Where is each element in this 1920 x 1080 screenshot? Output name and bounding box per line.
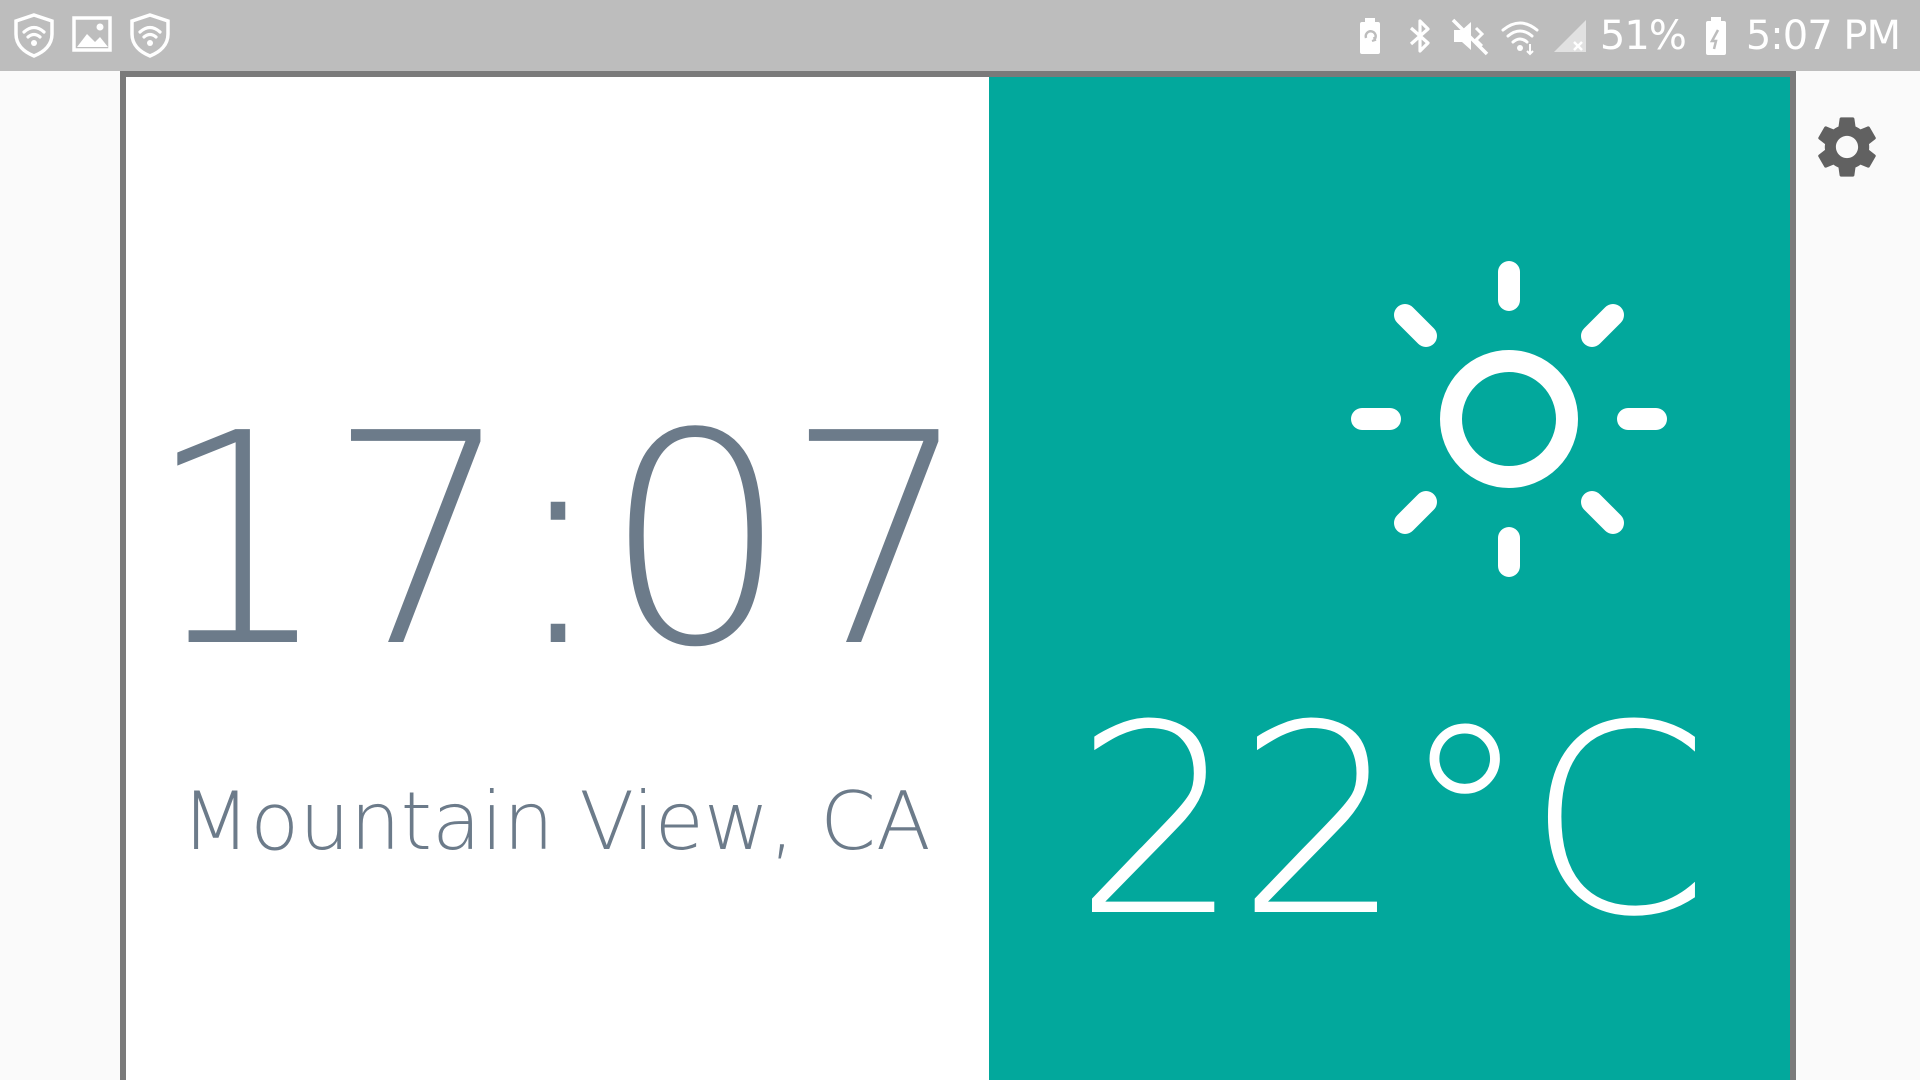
temperature: 22°C [1073,669,1709,974]
system-indicators: 51% 5:07 PM [1350,0,1901,71]
clock-location: Mountain View, CA [181,775,931,868]
shield-wifi-icon [128,12,172,58]
signal-icon [1550,14,1590,58]
clock-time: 17:07 [145,371,971,711]
weather-panel: 22°C [989,77,1790,1080]
status-bar: 51% 5:07 PM [0,0,1920,71]
sun-icon [1346,256,1672,582]
widget-preview: 17:07 Mountain View, CA 22°C [120,71,1796,1080]
status-time: 5:07 PM [1745,12,1901,59]
settings-button[interactable] [1810,110,1884,184]
shield-wifi-icon [12,12,56,58]
bluetooth-icon [1400,14,1440,58]
image-icon [70,12,114,58]
vibrate-mute-icon [1450,14,1490,58]
gear-icon [1810,110,1884,184]
clock-panel: 17:07 Mountain View, CA [126,77,989,1080]
notification-icons [12,12,172,58]
battery-percent: 51% [1599,12,1687,59]
battery-saver-icon [1350,14,1390,58]
wifi-icon [1500,14,1540,58]
battery-icon [1696,14,1736,58]
